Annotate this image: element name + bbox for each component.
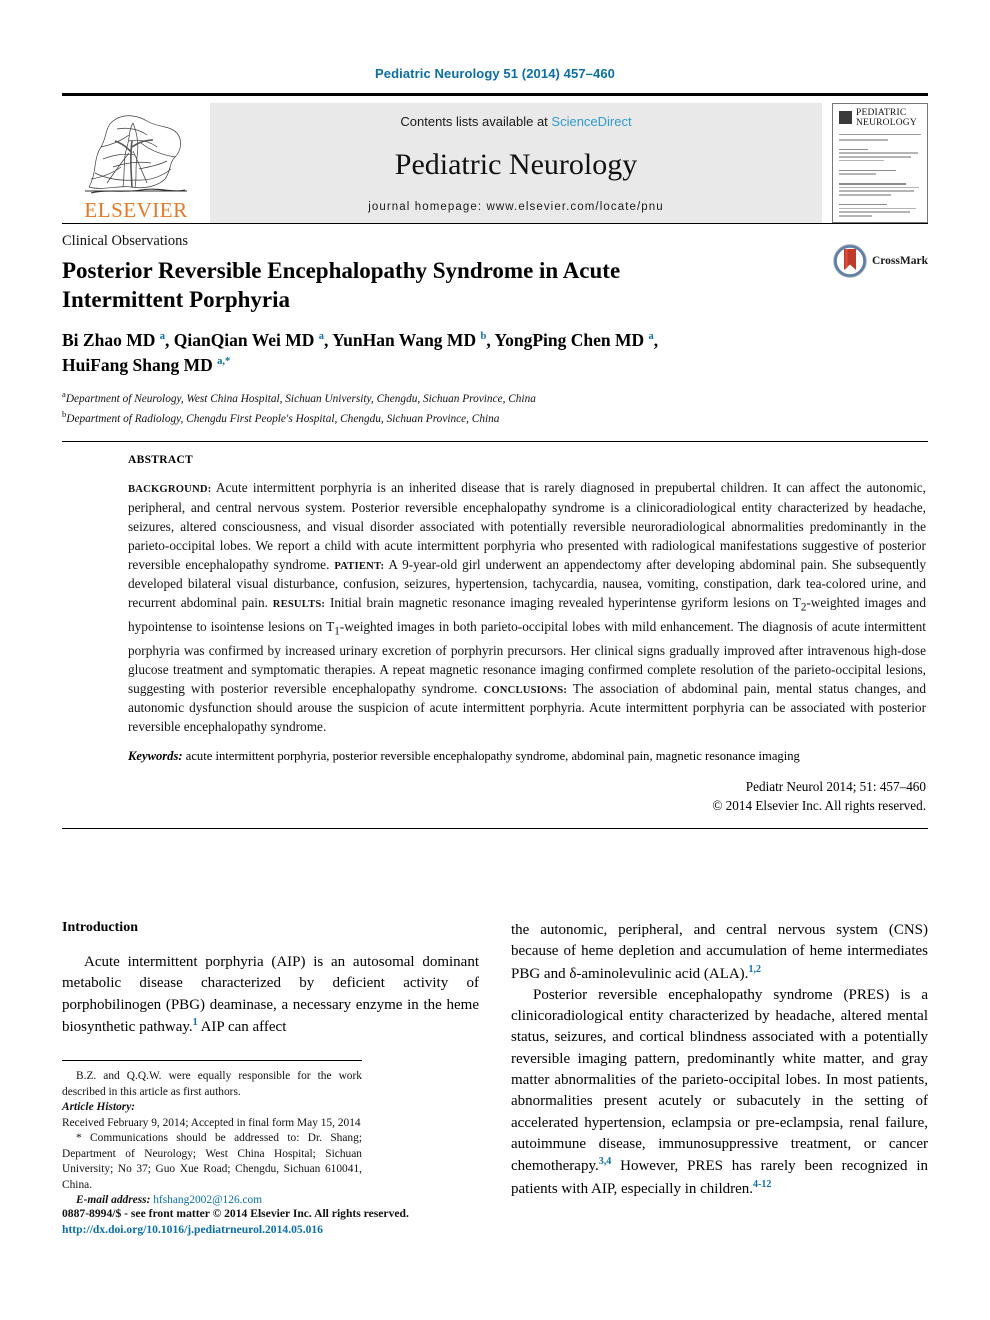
elsevier-logo: ELSEVIER [62, 103, 210, 223]
journal-band: Contents lists available at ScienceDirec… [210, 103, 822, 223]
abstract-label-conclusions: CONCLUSIONS: [483, 684, 568, 696]
crossmark-icon [833, 244, 867, 278]
sciencedirect-link[interactable]: ScienceDirect [551, 114, 631, 129]
affiliation-b-text: Department of Radiology, Chengdu First P… [66, 412, 500, 425]
abstract-label-patient: PATIENT: [334, 560, 385, 572]
elsevier-tree-icon [85, 115, 187, 194]
left-column: Introduction Acute intermittent porphyri… [62, 920, 479, 1209]
cover-emblem-icon [839, 111, 852, 124]
citation-ref-3-4[interactable]: 3,4 [599, 1156, 612, 1167]
elsevier-wordmark: ELSEVIER [84, 198, 188, 222]
abstract-label-results: RESULTS: [272, 599, 326, 611]
body-columns: Introduction Acute intermittent porphyri… [62, 920, 928, 1209]
footnote-equal-contribution: B.Z. and Q.Q.W. were equally responsible… [62, 1070, 362, 1098]
abstract-citation: Pediatr Neurol 2014; 51: 457–460 [745, 778, 926, 794]
keywords-text: acute intermittent porphyria, posterior … [182, 749, 800, 764]
abstract-label-background: BACKGROUND: [128, 484, 212, 496]
keywords-line: Keywords: acute intermittent porphyria, … [128, 748, 926, 766]
footnote-email-address[interactable]: hfshang2002@126.com [153, 1194, 262, 1206]
introduction-heading: Introduction [62, 920, 138, 935]
citation-ref-1-2[interactable]: 1,2 [748, 964, 761, 975]
running-head: Pediatric Neurology 51 (2014) 457–460 [375, 66, 615, 81]
article-section-kicker: Clinical Observations [62, 233, 189, 249]
intro-paragraph-left: Acute intermittent porphyria (AIP) is an… [62, 952, 479, 1038]
journal-title: Pediatric Neurology [394, 148, 638, 181]
affiliation-a: aDepartment of Neurology, West China Hos… [62, 388, 928, 408]
journal-article-page: Pediatric Neurology 51 (2014) 457–460 EL… [0, 0, 990, 1320]
abstract-section: ABSTRACT BACKGROUND: Acute intermittent … [62, 441, 928, 829]
footnote-email-label: E-mail address: [76, 1194, 151, 1207]
cover-divider [839, 133, 921, 135]
cover-text-lines [839, 138, 921, 222]
abstract-gutter [62, 454, 128, 814]
right-paragraph-1: the autonomic, peripheral, and central n… [511, 920, 928, 985]
abstract-copyright: © 2014 Elsevier Inc. All rights reserved… [712, 797, 926, 813]
right-text-1a: the autonomic, peripheral, and central n… [511, 922, 928, 982]
journal-homepage-link[interactable]: journal homepage: www.elsevier.com/locat… [368, 201, 664, 213]
intro-text-b: AIP can affect [197, 1018, 287, 1035]
page-title: Posterior Reversible Encephalopathy Synd… [62, 258, 621, 313]
contents-prefix: Contents lists available at [400, 114, 552, 129]
cover-journal-title: PEDIATRIC NEUROLOGY [856, 108, 917, 128]
right-text-2a: Posterior reversible encephalopathy synd… [511, 986, 928, 1175]
right-column: the autonomic, peripheral, and central n… [511, 920, 928, 1209]
contents-available-line: Contents lists available at ScienceDirec… [400, 114, 631, 129]
keywords-label: Keywords: [128, 749, 183, 764]
journal-cover-thumbnail: PEDIATRIC NEUROLOGY [832, 103, 928, 223]
footnote-correspondence: * Communications should be addressed to:… [62, 1132, 362, 1191]
footnote-article-history-label: Article History: [62, 1101, 136, 1114]
footnote-article-history: Received February 9, 2014; Accepted in f… [62, 1116, 361, 1129]
affiliation-b: bDepartment of Radiology, Chengdu First … [62, 408, 928, 428]
abstract-text-results-a: Initial brain magnetic resonance imaging… [325, 595, 801, 611]
page-footer: 0887-8994/$ - see front matter © 2014 El… [62, 1206, 582, 1237]
crossmark-badge[interactable]: CrossMark [833, 244, 928, 278]
author-list: Bi Zhao MD a, QianQian Wei MD a, YunHan … [62, 330, 659, 376]
article-header: Clinical Observations Posterior Reversib… [62, 223, 928, 427]
journal-masthead: ELSEVIER Contents lists available at Sci… [62, 93, 928, 223]
crossmark-label: CrossMark [871, 255, 928, 267]
footer-issn-line: 0887-8994/$ - see front matter © 2014 El… [62, 1207, 409, 1220]
abstract-heading: ABSTRACT [128, 454, 194, 467]
citation-ref-4-12[interactable]: 4-12 [753, 1179, 771, 1190]
right-paragraph-2: Posterior reversible encephalopathy synd… [511, 985, 928, 1200]
footnote-block: B.Z. and Q.Q.W. were equally responsible… [62, 1060, 362, 1209]
abstract-body: BACKGROUND: Acute intermittent porphyria… [128, 478, 926, 736]
affiliation-a-text: Department of Neurology, West China Hosp… [65, 392, 536, 405]
footer-doi-link[interactable]: http://dx.doi.org/10.1016/j.pediatrneuro… [62, 1222, 582, 1238]
